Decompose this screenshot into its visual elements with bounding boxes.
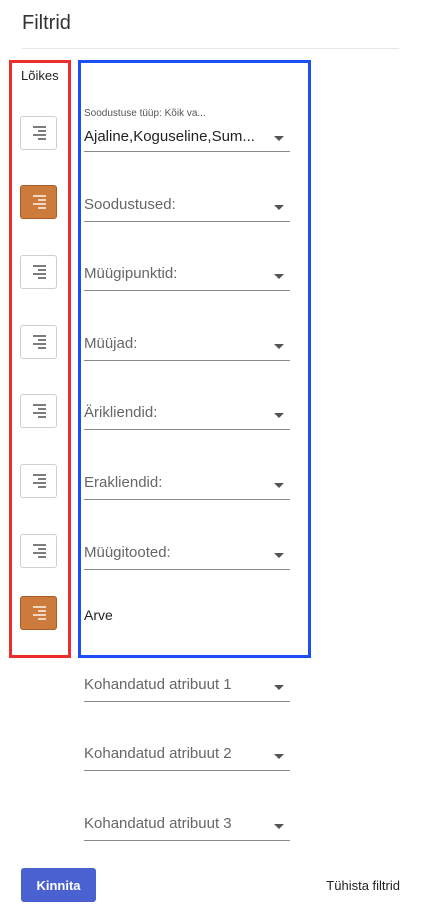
products-select[interactable]: Müügitooted: <box>84 544 290 571</box>
split-toggle-business-clients[interactable] <box>20 394 57 428</box>
discounts-select[interactable]: Soodustused: <box>84 196 290 223</box>
field-underline <box>84 151 290 152</box>
custom-attribute-3-select[interactable]: Kohandatud atribuut 3 <box>84 815 290 842</box>
sellers-select[interactable]: Müüjad: <box>84 335 290 362</box>
field-underline <box>84 840 290 841</box>
split-toggle-invoice[interactable] <box>20 596 57 630</box>
chevron-down-icon <box>274 205 284 210</box>
discount-type-value: Ajaline,Koguseline,Sum... <box>84 128 255 145</box>
page-title: Filtrid <box>22 12 71 34</box>
field-underline <box>84 770 290 771</box>
products-placeholder: Müügitooted: <box>84 544 171 561</box>
field-underline <box>84 701 290 702</box>
custom-attribute-1-select[interactable]: Kohandatud atribuut 1 <box>84 676 290 703</box>
chevron-down-icon <box>274 274 284 279</box>
chevron-down-icon <box>274 483 284 488</box>
chevron-down-icon <box>274 553 284 558</box>
align-right-icon <box>32 335 46 349</box>
sellers-placeholder: Müüjad: <box>84 335 138 352</box>
chevron-down-icon <box>274 344 284 349</box>
sales-points-select[interactable]: Müügipunktid: <box>84 265 290 292</box>
field-underline <box>84 360 290 361</box>
field-underline <box>84 290 290 291</box>
business-clients-select[interactable]: Ärikliendid: <box>84 404 290 431</box>
split-toggle-discount-type[interactable] <box>20 116 57 150</box>
align-right-icon <box>32 474 46 488</box>
split-toggle-private-clients[interactable] <box>20 464 57 498</box>
custom-attribute-1-placeholder: Kohandatud atribuut 1 <box>84 676 232 693</box>
chevron-down-icon <box>274 754 284 759</box>
sales-points-placeholder: Müügipunktid: <box>84 265 178 282</box>
invoice-label: Arve <box>84 607 113 623</box>
private-clients-placeholder: Erakliendid: <box>84 474 163 491</box>
discount-type-label: Soodustuse tüüp: Kõik va... <box>84 108 206 119</box>
custom-attribute-2-placeholder: Kohandatud atribuut 2 <box>84 745 232 762</box>
sidebar-label: Lõikes <box>21 68 59 83</box>
chevron-down-icon <box>274 685 284 690</box>
align-right-icon <box>32 195 46 209</box>
custom-attribute-3-placeholder: Kohandatud atribuut 3 <box>84 815 232 832</box>
split-toggle-discounts[interactable] <box>20 185 57 219</box>
discount-type-select[interactable]: Soodustuse tüüp: Kõik va... Ajaline,Kogu… <box>84 108 290 153</box>
custom-attribute-2-select[interactable]: Kohandatud atribuut 2 <box>84 745 290 772</box>
discounts-placeholder: Soodustused: <box>84 196 176 213</box>
field-underline <box>84 221 290 222</box>
chevron-down-icon <box>274 136 284 141</box>
field-underline <box>84 429 290 430</box>
confirm-button[interactable]: Kinnita <box>21 868 96 902</box>
business-clients-placeholder: Ärikliendid: <box>84 404 158 421</box>
field-underline <box>84 569 290 570</box>
split-toggle-sellers[interactable] <box>20 325 57 359</box>
field-underline <box>84 499 290 500</box>
align-right-icon <box>32 126 46 140</box>
split-toggle-sales-points[interactable] <box>20 255 57 289</box>
align-right-icon <box>32 544 46 558</box>
chevron-down-icon <box>274 413 284 418</box>
chevron-down-icon <box>274 824 284 829</box>
align-right-icon <box>32 265 46 279</box>
align-right-icon <box>32 606 46 620</box>
clear-filters-button[interactable]: Tühista filtrid <box>300 868 400 902</box>
split-toggle-products[interactable] <box>20 534 57 568</box>
align-right-icon <box>32 404 46 418</box>
title-divider <box>22 48 399 49</box>
private-clients-select[interactable]: Erakliendid: <box>84 474 290 501</box>
